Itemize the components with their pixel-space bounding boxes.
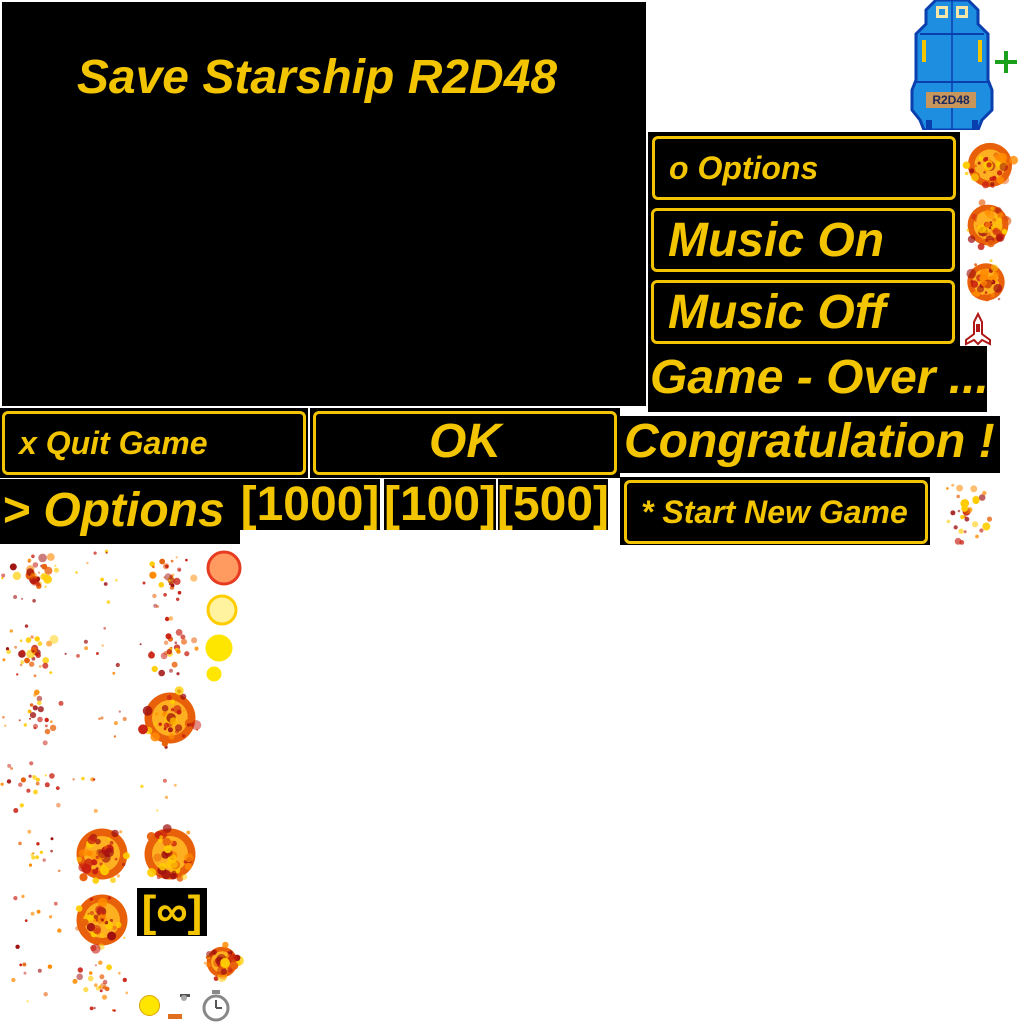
explosion-icon [13,894,62,949]
explosion-icon [1,553,59,603]
explosion-icon [2,689,64,746]
explosion-icon [144,824,196,882]
explosion-icon [142,556,198,608]
explosion-icon [966,199,1012,251]
explosion-icon [72,960,129,1012]
explosion-icon [966,259,1005,302]
explosion-icon [946,483,993,545]
explosion-icon [139,616,199,677]
explosion-icon [18,829,61,873]
explosion-icon [76,627,120,675]
explosion-icon [2,624,67,678]
explosion-icon [962,142,1018,189]
explosion-icon [138,686,202,749]
explosion-icon [140,778,177,812]
fireball-icon [206,666,222,682]
explosion-sprites [0,142,1018,1012]
fireball-icon [205,634,233,662]
explosion-icon [0,761,61,813]
fireball-icon [206,550,242,586]
explosion-icon [98,710,127,738]
explosion-icon [11,962,53,1003]
explosion-icon [203,941,244,983]
explosion-icon [76,828,130,884]
explosion-icon [75,894,128,954]
explosion-icon [75,549,118,604]
fireball-icon [206,594,238,626]
explosion-icon [72,776,98,813]
